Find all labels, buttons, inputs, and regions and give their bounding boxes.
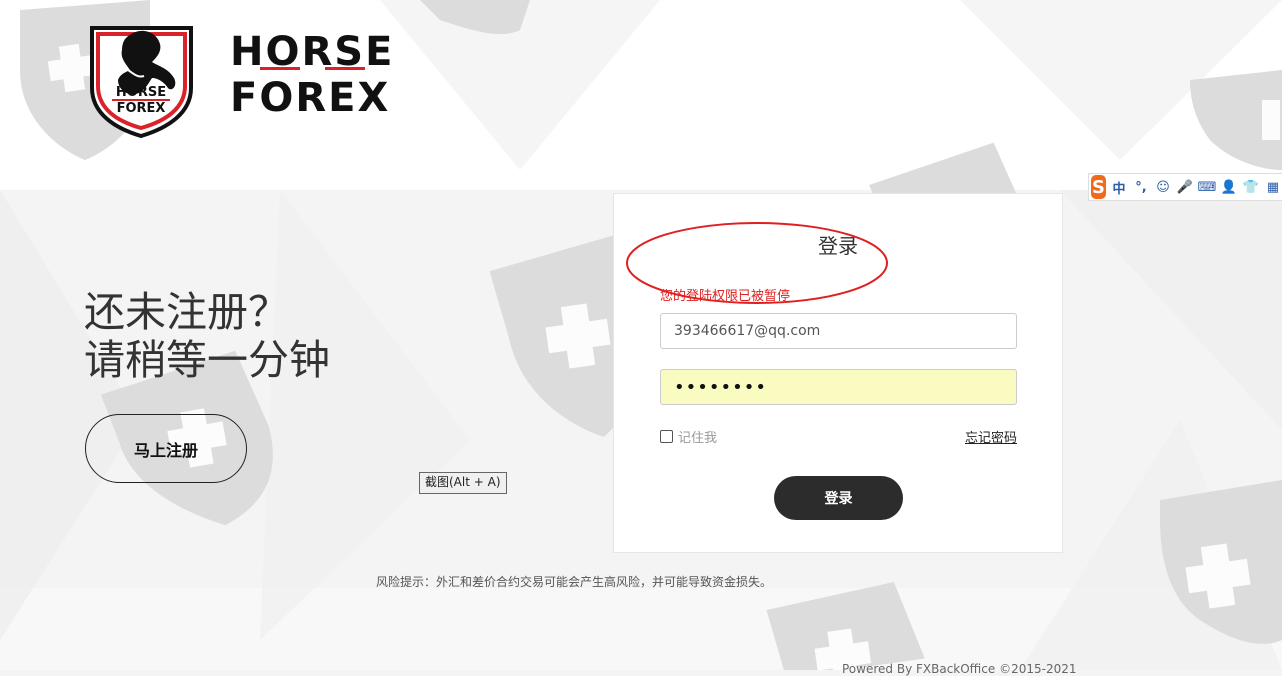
register-promo-heading: 还未注册？ 请稍等一分钟 [84,288,384,384]
register-now-button[interactable]: 马上注册 [85,414,247,483]
screenshot-tooltip: 截图(Alt + A) [419,472,507,494]
chinese-mode-icon[interactable]: 中 [1110,177,1128,197]
emblem-text-line2: FOREX [117,101,166,116]
login-panel: 登录 您的登陆权限已被暂停 记住我 忘记密码 登录 [613,193,1063,553]
email-input[interactable] [660,313,1017,349]
microphone-icon[interactable]: 🎤 [1176,177,1194,197]
remember-me-label: 记住我 [678,431,718,446]
powered-by: Powered By FXBackOffice ©2015-2021 [842,662,1077,676]
password-input[interactable] [660,369,1017,405]
brand-line-2: FOREX [230,75,391,121]
punctuation-icon[interactable]: °, [1132,177,1150,197]
remember-me-checkbox[interactable] [660,430,673,443]
emoji-icon[interactable]: ☺ [1154,177,1172,197]
skin-icon[interactable]: 👕 [1242,177,1260,197]
user-icon[interactable]: 👤 [1220,177,1238,197]
risk-warning: 风险提示：外汇和差价合约交易可能会产生高风险，并可能导致资金损失。 [376,575,773,589]
forgot-password-link[interactable]: 忘记密码 [965,427,1017,446]
brand-red-accent [260,67,365,70]
brand-wordmark: HORSE FOREX [230,32,394,118]
emblem-text-line1: HORSE [116,85,166,100]
promo-line-2: 请稍等一分钟 [84,336,330,384]
promo-line-1: 还未注册？ [84,288,289,336]
login-title: 登录 [818,234,858,258]
brand-line-1: HORSE [230,29,395,75]
login-submit-button[interactable]: 登录 [774,476,903,520]
ime-toolbar: S 中 °, ☺ 🎤 ⌨ 👤 👕 ▦ [1088,173,1282,201]
sogou-logo-icon[interactable]: S [1091,175,1106,199]
login-error-message: 您的登陆权限已被暂停 [660,289,791,304]
menu-grid-icon[interactable]: ▦ [1264,177,1282,197]
keyboard-icon[interactable]: ⌨ [1198,177,1217,197]
remember-me[interactable]: 记住我 [660,427,717,446]
